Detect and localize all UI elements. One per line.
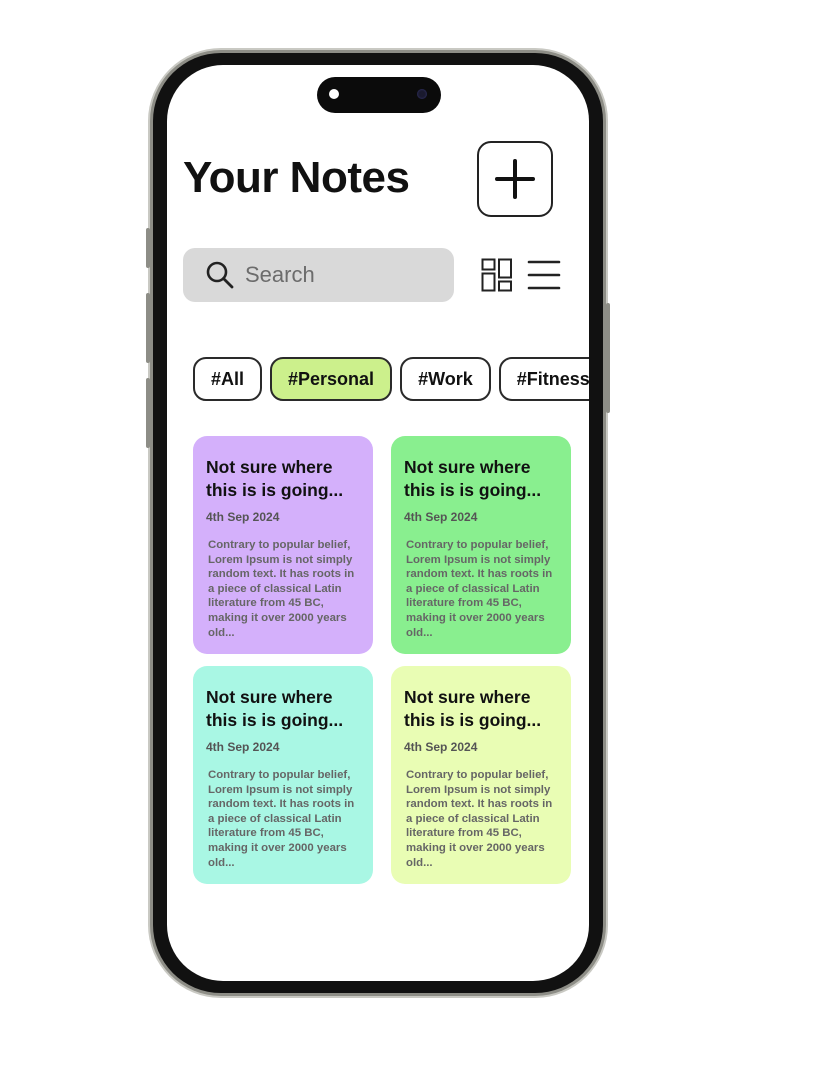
tag-filter-bar: #All #Personal #Work #Fitness (193, 357, 589, 401)
plus-icon (495, 159, 535, 199)
note-title: Not sure where this is is going... (206, 687, 344, 730)
phone-frame: Your Notes Search #All #Personal #Work #… (146, 53, 610, 993)
volume-up-button (146, 293, 150, 363)
note-card[interactable]: Not sure where this is is going... 4th S… (391, 436, 571, 654)
search-icon (205, 260, 235, 290)
list-view-icon (527, 260, 561, 290)
note-preview: Contrary to popular belief, Lorem Ipsum … (406, 539, 553, 639)
note-title: Not sure where this is is going... (404, 457, 542, 500)
app-screen: Your Notes Search #All #Personal #Work #… (167, 65, 589, 981)
note-card[interactable]: Not sure where this is is going... 4th S… (193, 666, 373, 884)
note-title: Not sure where this is is going... (404, 687, 542, 730)
dynamic-island (317, 77, 441, 113)
note-preview: Contrary to popular belief, Lorem Ipsum … (406, 769, 553, 869)
tag-all[interactable]: #All (193, 357, 263, 401)
tag-fitness[interactable]: #Fitness (498, 357, 589, 401)
volume-down-button (146, 378, 150, 448)
note-card[interactable]: Not sure where this is is going... 4th S… (193, 436, 373, 654)
page-title: Your Notes (183, 153, 410, 202)
note-date: 4th Sep 2024 (206, 510, 280, 524)
camera-lens-icon (417, 89, 427, 99)
note-preview: Contrary to popular belief, Lorem Ipsum … (208, 769, 355, 869)
silent-switch (146, 228, 150, 268)
sensor-dot (329, 89, 339, 99)
add-note-button[interactable] (477, 141, 553, 217)
note-card[interactable]: Not sure where this is is going... 4th S… (391, 666, 571, 884)
note-date: 4th Sep 2024 (404, 510, 478, 524)
tag-work[interactable]: #Work (400, 357, 491, 401)
note-preview: Contrary to popular belief, Lorem Ipsum … (208, 539, 355, 639)
note-title: Not sure where this is is going... (206, 457, 344, 500)
note-date: 4th Sep 2024 (404, 740, 478, 754)
power-button (606, 303, 610, 413)
search-bar[interactable]: Search (183, 248, 454, 302)
grid-view-toggle[interactable] (481, 258, 513, 292)
note-date: 4th Sep 2024 (206, 740, 280, 754)
list-view-toggle[interactable] (527, 258, 561, 292)
grid-view-icon (481, 258, 512, 292)
tag-personal[interactable]: #Personal (270, 357, 393, 401)
search-input[interactable]: Search (245, 262, 315, 288)
